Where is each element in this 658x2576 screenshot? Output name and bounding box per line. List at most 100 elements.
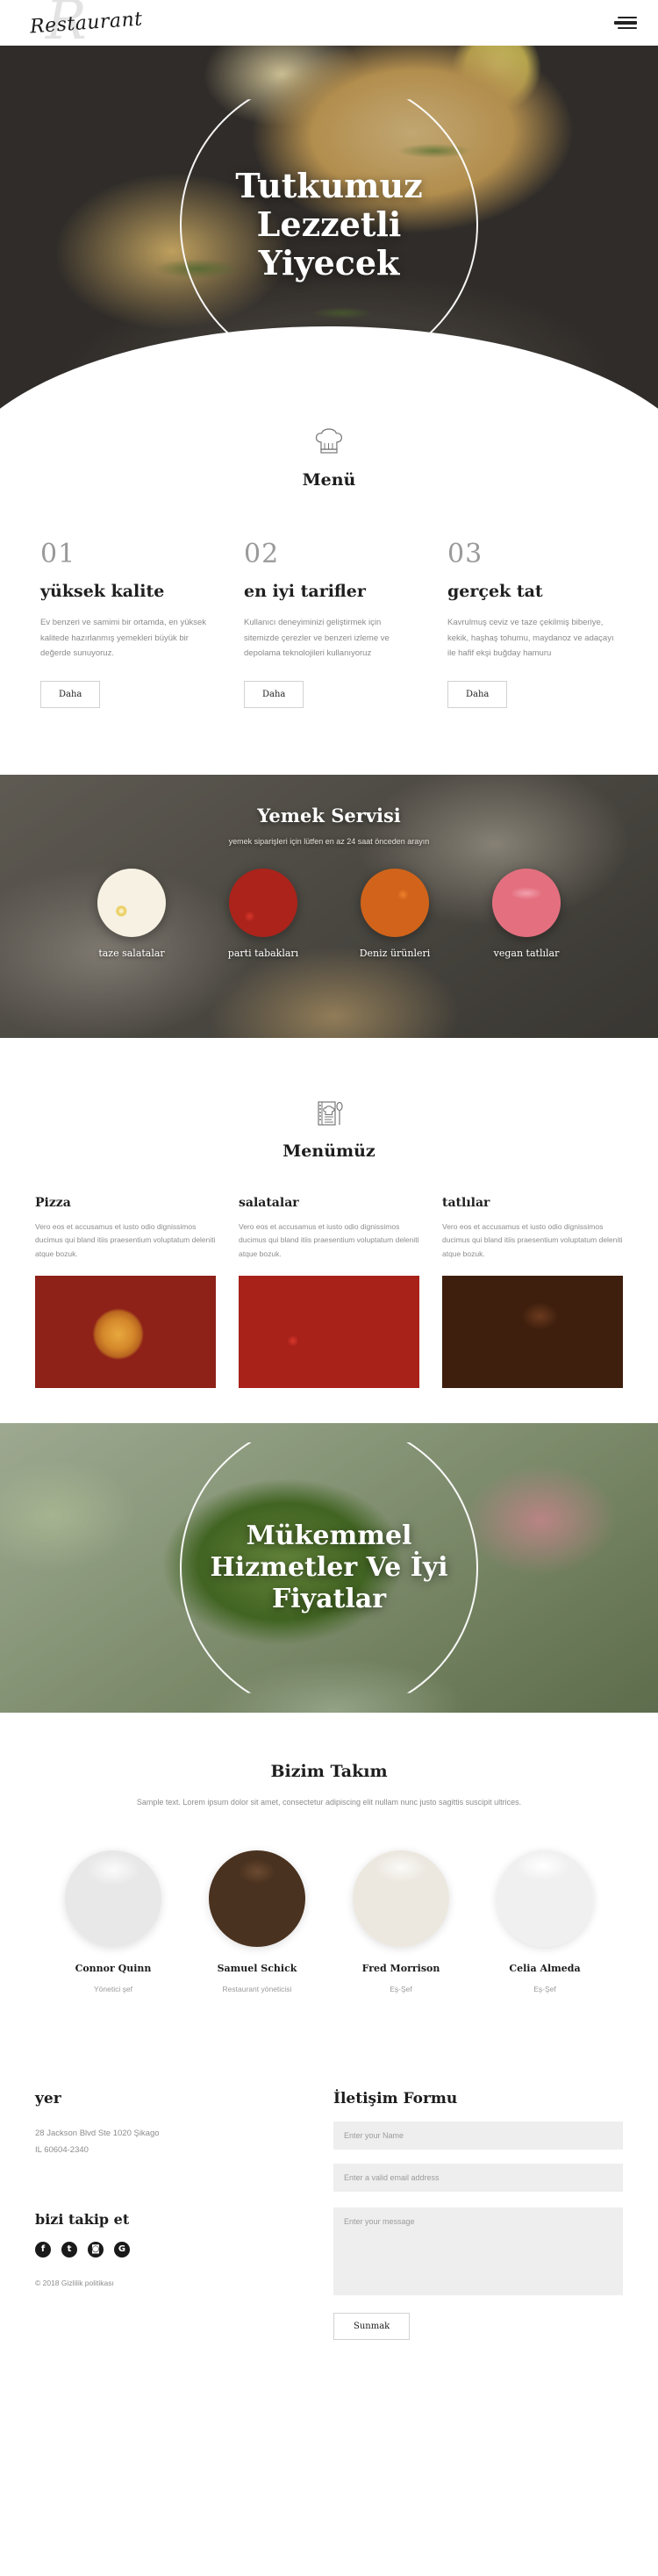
team-members-row: Connor Quinn Yönetici şef Samuel Schick … xyxy=(35,1850,623,1993)
menu-section-title: Menü xyxy=(302,470,356,490)
team-member: Celia Almeda Eş-Şef xyxy=(488,1850,602,1993)
dish-image-party-platter xyxy=(229,868,297,937)
hamburger-line xyxy=(618,17,637,18)
menu-grid-card: salatalar Vero eos et accusamus et iusto… xyxy=(239,1196,419,1388)
footer-location-title: yer xyxy=(35,2089,61,2107)
dish-label: Deniz ürünleri xyxy=(359,947,431,959)
facebook-icon[interactable]: f xyxy=(35,2241,51,2258)
team-member-name: Celia Almeda xyxy=(509,1962,581,1974)
avatar xyxy=(209,1850,305,1947)
team-member-name: Connor Quinn xyxy=(75,1962,152,1974)
menu-grid-card-desc: Vero eos et accusamus et iusto odio dign… xyxy=(239,1221,419,1259)
footer-location-column: yer 28 Jackson Blvd Ste 1020 Şikago IL 6… xyxy=(35,2090,298,2340)
twitter-icon[interactable]: t xyxy=(61,2241,77,2258)
team-member-name: Samuel Schick xyxy=(217,1962,297,1974)
dish-label: taze salatalar xyxy=(98,947,165,959)
menu-grid-card-desc: Vero eos et accusamus et iusto odio dign… xyxy=(35,1221,216,1259)
feature-number: 02 xyxy=(244,539,280,569)
team-section: Bizim Takım Sample text. Lorem ipsum dol… xyxy=(0,1713,658,2037)
menu-grid-image-salad xyxy=(239,1275,419,1388)
site-logo[interactable]: R Restaurant xyxy=(21,0,179,47)
dish-label: parti tabakları xyxy=(227,947,299,959)
hamburger-line xyxy=(614,21,637,25)
team-member-role: Restaurant yöneticisi xyxy=(222,1984,292,1993)
team-member-role: Eş-Şef xyxy=(390,1984,412,1993)
footer-follow-title: bizi takip et xyxy=(35,2210,130,2228)
team-member: Connor Quinn Yönetici şef xyxy=(56,1850,170,1993)
avatar xyxy=(65,1850,161,1947)
dish-image-vegan-dessert xyxy=(492,868,561,937)
menu-grid-card: Pizza Vero eos et accusamus et iusto odi… xyxy=(35,1196,216,1388)
hamburger-icon[interactable] xyxy=(614,14,637,32)
avatar xyxy=(497,1850,593,1947)
secondary-hero-title: Mükemmel Hizmetler Ve İyi Fiyatlar xyxy=(0,1521,658,1615)
feature-number: 03 xyxy=(447,539,483,569)
feature-more-button[interactable]: Daha xyxy=(244,680,304,708)
dish-item[interactable]: Deniz ürünleri xyxy=(347,868,443,959)
dish-list: taze salatalar parti tabakları Deniz ürü… xyxy=(0,868,658,959)
avatar xyxy=(353,1850,449,1947)
hero-banner: Tutkumuz Lezzetli Yiyecek xyxy=(0,40,658,409)
team-member: Samuel Schick Restaurant yöneticisi xyxy=(200,1850,314,1993)
copyright-text: © 2018 Gizlilik politikası xyxy=(35,2278,114,2287)
team-member: Fred Morrison Eş-Şef xyxy=(344,1850,458,1993)
feature-card: 01 yüksek kalite Ev benzeri ve samimi bi… xyxy=(40,539,211,708)
feature-description: Kullanıcı deneyiminizi geliştirmek için … xyxy=(244,618,390,659)
service-title: Yemek Servisi xyxy=(257,804,401,826)
contact-form-title: İletişim Formu xyxy=(333,2089,458,2107)
feature-card: 03 gerçek tat Kavrulmuş ceviz ve taze çe… xyxy=(447,539,618,708)
hero-title-line-3: Yiyecek xyxy=(258,243,400,283)
instagram-icon[interactable]: ◙ xyxy=(88,2241,104,2258)
menu-book-spoon-icon xyxy=(318,1101,343,1126)
feature-description: Kavrulmuş ceviz ve taze çekilmiş biberiy… xyxy=(447,618,614,659)
hero-title-line-2: Lezzetli xyxy=(256,204,402,244)
dish-label: vegan tatlılar xyxy=(493,947,560,959)
dish-item[interactable]: taze salatalar xyxy=(83,868,180,959)
feature-more-button[interactable]: Daha xyxy=(447,680,508,708)
secondary-hero-title-line-2: Hizmetler Ve İyi xyxy=(210,1551,448,1583)
dish-image-seafood xyxy=(361,868,429,937)
team-title: Bizim Takım xyxy=(270,1761,388,1781)
menu-section-header: Menü xyxy=(0,409,658,490)
message-field[interactable] xyxy=(333,2207,623,2295)
feature-number: 01 xyxy=(40,539,76,569)
menu-grid-title: Menümüz xyxy=(283,1141,375,1161)
footer-address: 28 Jackson Blvd Ste 1020 Şikago IL 60604… xyxy=(35,2125,298,2158)
footer-address-line-2: IL 60604-2340 xyxy=(35,2144,89,2155)
dish-item[interactable]: parti tabakları xyxy=(215,868,311,959)
hero-title-line-1: Tutkumuz xyxy=(235,165,423,205)
menu-grid-card: tatlılar Vero eos et accusamus et iusto … xyxy=(442,1196,623,1388)
menu-grid-card-title: Pizza xyxy=(35,1195,71,1210)
site-footer: yer 28 Jackson Blvd Ste 1020 Şikago IL 6… xyxy=(0,2037,658,2384)
contact-form-column: İletişim Formu Sunmak xyxy=(333,2090,623,2340)
menu-grid-row: Pizza Vero eos et accusamus et iusto odi… xyxy=(0,1161,658,1388)
feature-title: gerçek tat xyxy=(447,582,543,601)
feature-title: en iyi tarifler xyxy=(244,582,366,601)
submit-button[interactable]: Sunmak xyxy=(333,2312,411,2340)
feature-title: yüksek kalite xyxy=(40,582,165,601)
menu-grid-card-desc: Vero eos et accusamus et iusto odio dign… xyxy=(442,1221,623,1259)
social-links: f t ◙ G xyxy=(35,2241,298,2258)
team-member-name: Fred Morrison xyxy=(361,1962,440,1974)
secondary-hero-title-line-3: Fiyatlar xyxy=(271,1583,387,1614)
secondary-hero-banner: Mükemmel Hizmetler Ve İyi Fiyatlar xyxy=(0,1422,658,1713)
feature-card: 02 en iyi tarifler Kullanıcı deneyiminiz… xyxy=(244,539,414,708)
menu-grid-image-dessert xyxy=(442,1275,623,1388)
menu-grid-card-title: tatlılar xyxy=(442,1195,490,1210)
service-banner: Yemek Servisi yemek siparişleri için lüt… xyxy=(0,774,658,1038)
menu-grid-header: Menümüz xyxy=(0,1080,658,1161)
menu-grid-card-title: salatalar xyxy=(239,1195,299,1210)
team-member-role: Eş-Şef xyxy=(533,1984,556,1993)
feature-more-button[interactable]: Daha xyxy=(40,680,101,708)
google-plus-icon[interactable]: G xyxy=(114,2241,130,2258)
email-field[interactable] xyxy=(333,2163,623,2192)
team-subtitle: Sample text. Lorem ipsum dolor sit amet,… xyxy=(136,1797,522,1807)
hero-title: Tutkumuz Lezzetli Yiyecek xyxy=(0,165,658,283)
dish-item[interactable]: vegan tatlılar xyxy=(478,868,575,959)
name-field[interactable] xyxy=(333,2121,623,2150)
site-header: R Restaurant xyxy=(0,0,658,47)
service-content: Yemek Servisi yemek siparişleri için lüt… xyxy=(0,775,658,959)
footer-address-line-1: 28 Jackson Blvd Ste 1020 Şikago xyxy=(35,2128,160,2138)
page-root: R Restaurant Tutkumuz Lezzetli Yiyecek M… xyxy=(0,0,658,2384)
features-row: 01 yüksek kalite Ev benzeri ve samimi bi… xyxy=(0,490,658,769)
